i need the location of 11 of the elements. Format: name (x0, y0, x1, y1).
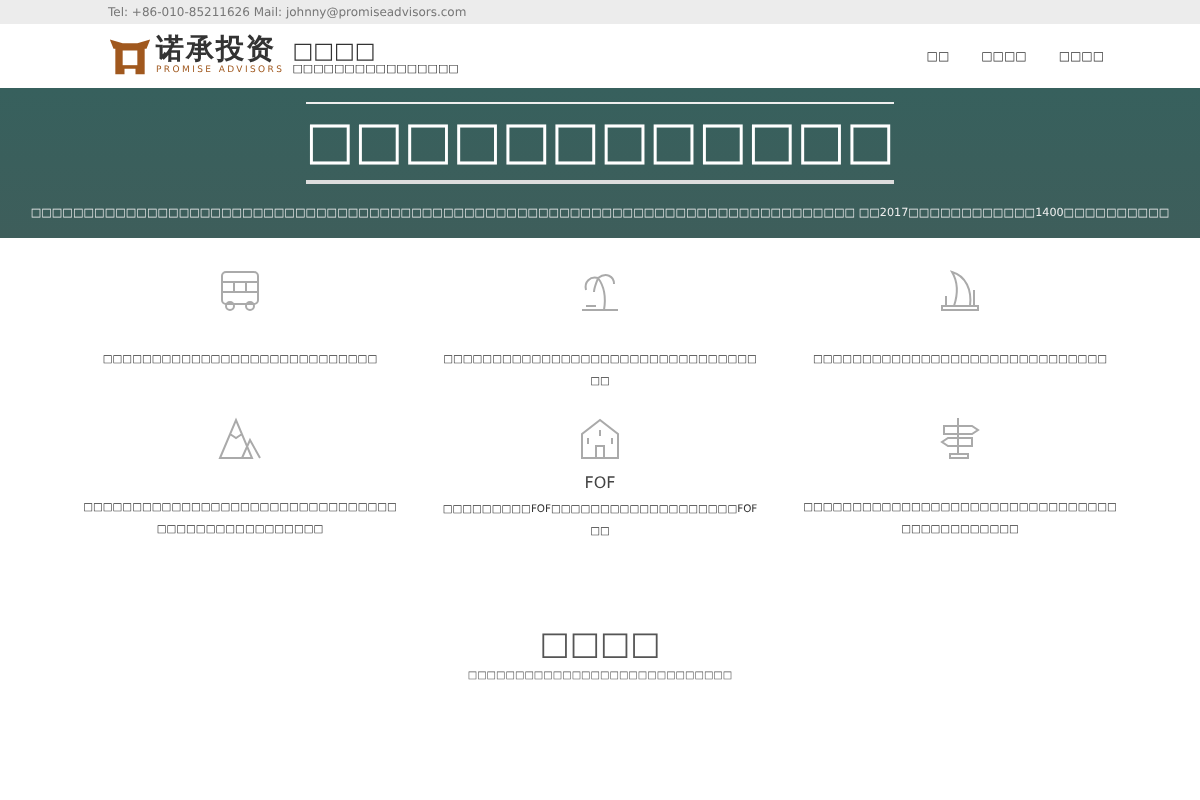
feature-title: FOF (584, 474, 616, 492)
site-name: □□□□ (292, 37, 378, 63)
hero-title: □□□□□□□□□□□□ (305, 102, 895, 184)
signpost-icon (936, 414, 984, 462)
building-icon (576, 414, 624, 462)
sail-building-icon (936, 266, 984, 314)
mountain-icon (216, 414, 264, 462)
logo-icon (108, 34, 152, 78)
section-title: □□□□ (539, 624, 661, 662)
bus-icon (216, 266, 264, 314)
logo-text: 诺承投资 (156, 36, 276, 66)
